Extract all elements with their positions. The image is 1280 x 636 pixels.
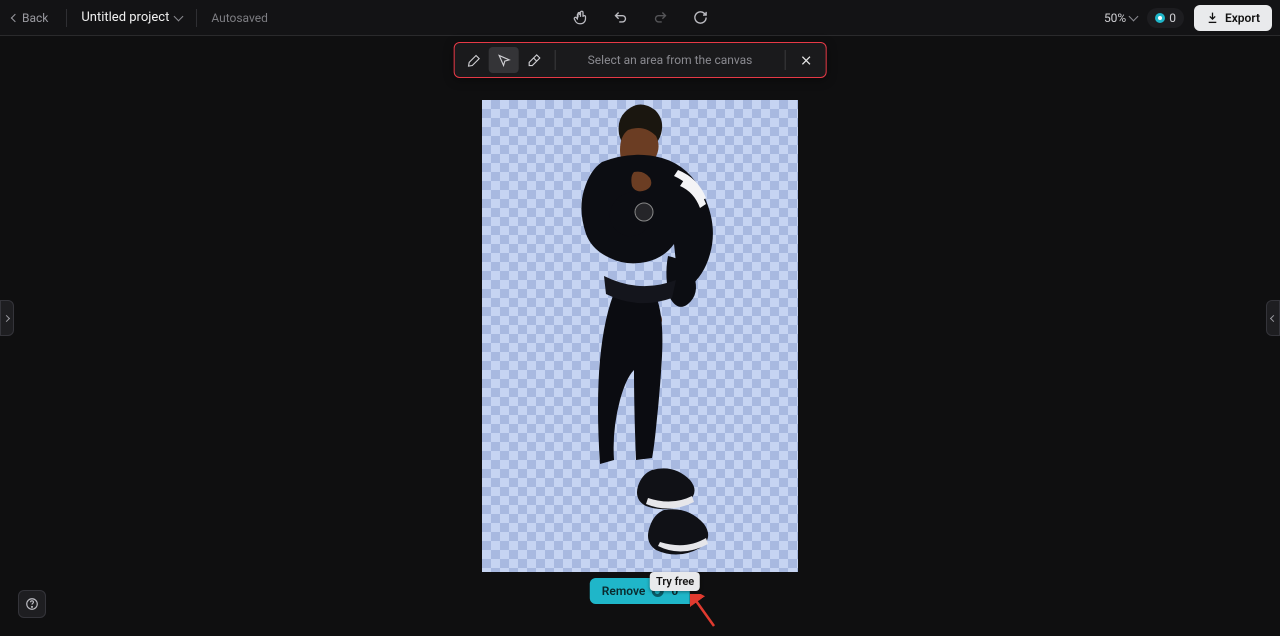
remove-button-wrap: Remove 0 Try free — [590, 578, 690, 604]
erase-tool-button[interactable] — [519, 47, 549, 73]
chevron-left-icon — [11, 13, 19, 21]
try-free-badge[interactable]: Try free — [650, 572, 700, 591]
chevron-down-icon — [1129, 11, 1139, 21]
project-name: Untitled project — [81, 10, 169, 25]
back-label: Back — [22, 11, 48, 25]
remove-label: Remove — [602, 584, 646, 598]
zoom-value: 50% — [1104, 11, 1126, 25]
divider — [555, 50, 556, 70]
redo-button[interactable] — [649, 7, 671, 29]
project-name-dropdown[interactable]: Untitled project — [81, 10, 182, 25]
subject-cutout — [482, 100, 798, 572]
selection-toolbar: Select an area from the canvas — [454, 42, 827, 78]
autosave-status: Autosaved — [211, 11, 268, 25]
help-button[interactable] — [18, 590, 46, 618]
credits-count: 0 — [1169, 11, 1176, 25]
try-free-label: Try free — [656, 575, 694, 588]
credit-icon — [1155, 13, 1165, 23]
brush-tool-button[interactable] — [459, 47, 489, 73]
back-button[interactable]: Back — [8, 9, 52, 27]
export-button[interactable]: Export — [1194, 5, 1272, 31]
credits-badge[interactable]: 0 — [1147, 8, 1184, 28]
undo-button[interactable] — [609, 7, 631, 29]
pan-tool-button[interactable] — [569, 7, 591, 29]
top-bar: Back Untitled project Autosaved 50% — [0, 0, 1280, 36]
canvas[interactable] — [482, 100, 798, 572]
reset-button[interactable] — [689, 7, 711, 29]
close-toolbar-button[interactable] — [791, 47, 821, 73]
export-label: Export — [1225, 11, 1260, 25]
divider — [784, 50, 785, 70]
chevron-down-icon — [174, 11, 184, 21]
chevron-right-icon — [3, 314, 10, 321]
divider — [196, 9, 197, 27]
transparent-background — [482, 100, 798, 572]
chevron-left-icon — [1270, 314, 1277, 321]
left-panel-toggle[interactable] — [0, 300, 14, 336]
select-tool-button[interactable] — [489, 47, 519, 73]
toolbar-hint: Select an area from the canvas — [562, 53, 779, 67]
zoom-dropdown[interactable]: 50% — [1104, 11, 1137, 25]
divider — [66, 9, 67, 27]
annotation-arrow-icon — [690, 594, 720, 634]
right-panel-toggle[interactable] — [1266, 300, 1280, 336]
